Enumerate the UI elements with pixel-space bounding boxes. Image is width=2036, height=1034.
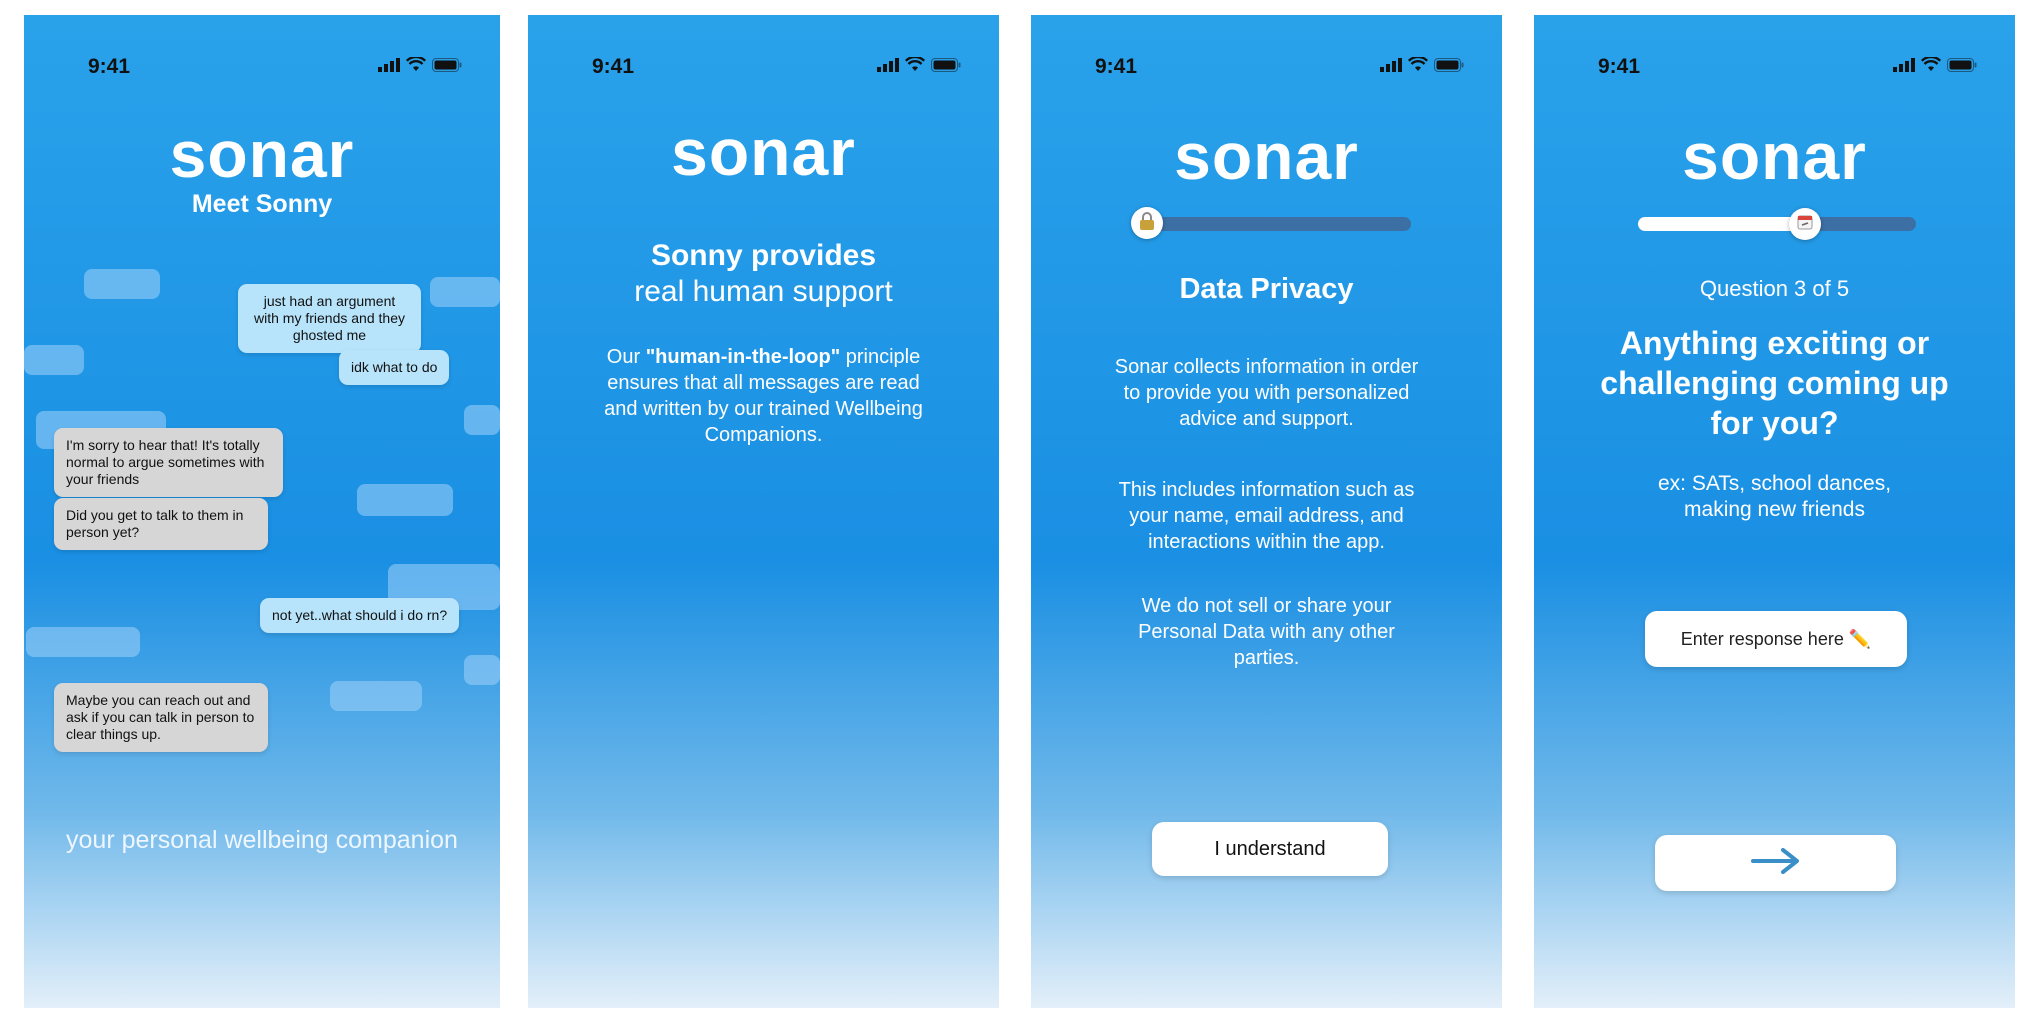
battery-icon [931, 57, 961, 72]
chat-message-user: idk what to do [339, 350, 450, 385]
cellular-signal-icon [877, 57, 899, 72]
sonar-logo: sonar [1682, 119, 1867, 193]
wifi-icon [1408, 57, 1428, 72]
arrow-right-icon [1750, 847, 1801, 879]
screen-data-privacy: 9:41 sonar Data Privacy Sonar collects i… [1031, 15, 1502, 1008]
question-hint: ex: SATs, school dances, making new frie… [1657, 472, 1892, 521]
sonar-logo: sonar [169, 117, 355, 191]
sonar-logo: sonar [671, 115, 856, 189]
body-text: Our "human-in-the-loop" principle ensure… [604, 346, 923, 446]
status-bar: 9:41 [528, 39, 999, 78]
status-time: 9:41 [1598, 55, 1641, 78]
chat-message-user: just had an argument with my friends and… [238, 284, 421, 353]
status-bar: 9:41 [24, 39, 500, 78]
page-title: Meet Sonny [191, 190, 333, 218]
body-emphasis: "human-in-the-loop" [645, 346, 841, 368]
privacy-paragraph-1: Sonar collects information in order to p… [1114, 356, 1419, 430]
question-counter: Question 3 of 5 [1699, 276, 1850, 301]
screen-question: 9:41 sonar Question 3 of 5 Anything exci… [1534, 15, 2015, 1008]
decorative-bubble [24, 345, 84, 375]
privacy-paragraph-2: This includes information such as your n… [1118, 479, 1415, 553]
battery-icon [432, 57, 462, 72]
question-text: Anything exciting or challenging coming … [1600, 325, 1949, 441]
decorative-bubble [26, 627, 140, 657]
progress-track [1141, 217, 1411, 231]
status-time: 9:41 [592, 55, 635, 78]
next-button[interactable] [1655, 835, 1896, 891]
response-input[interactable]: Enter response here ✏️ [1645, 611, 1907, 667]
wifi-icon [905, 57, 925, 72]
progress-knob [1789, 208, 1821, 240]
battery-icon [1947, 57, 1977, 72]
chat-message-user: not yet..what should i do rn? [260, 598, 460, 633]
sonar-logo: sonar [1174, 119, 1359, 193]
lock-icon [1139, 211, 1155, 235]
battery-icon [1434, 57, 1464, 72]
cellular-signal-icon [1893, 57, 1915, 72]
privacy-paragraph-3: We do not sell or share your Personal Da… [1138, 595, 1395, 669]
decorative-bubble [464, 405, 500, 435]
decorative-bubble [464, 655, 500, 685]
wifi-icon [1921, 57, 1941, 72]
page-subtitle: real human support [634, 275, 893, 308]
i-understand-button[interactable]: I understand [1152, 822, 1388, 876]
page-title: Sonny provides [650, 239, 877, 272]
decorative-bubble [330, 681, 422, 711]
calendar-icon [1797, 214, 1813, 235]
chat-message-sonny: Maybe you can reach out and ask if you c… [54, 683, 268, 752]
screen-human-support: 9:41 sonar Sonny provides real human sup… [528, 15, 999, 1008]
progress-fill [1638, 217, 1805, 231]
progress-knob [1131, 207, 1163, 239]
cellular-signal-icon [1380, 57, 1402, 72]
status-time: 9:41 [1095, 55, 1138, 78]
chat-message-sonny: I'm sorry to hear that! It's totally nor… [54, 428, 283, 497]
wifi-icon [406, 57, 426, 72]
page-title: Data Privacy [1179, 273, 1354, 305]
screen-meet-sonny: 9:41 sonar Meet Sonny just had an argume… [24, 15, 500, 1008]
decorative-bubble [84, 269, 160, 299]
decorative-bubble [430, 277, 500, 307]
cellular-signal-icon [378, 57, 400, 72]
decorative-bubble [357, 484, 453, 516]
status-bar: 9:41 [1534, 39, 2015, 78]
chat-message-sonny: Did you get to talk to them in person ye… [54, 498, 268, 550]
status-bar: 9:41 [1031, 39, 1502, 78]
tagline: your personal wellbeing companion [66, 826, 458, 854]
status-time: 9:41 [88, 55, 131, 78]
